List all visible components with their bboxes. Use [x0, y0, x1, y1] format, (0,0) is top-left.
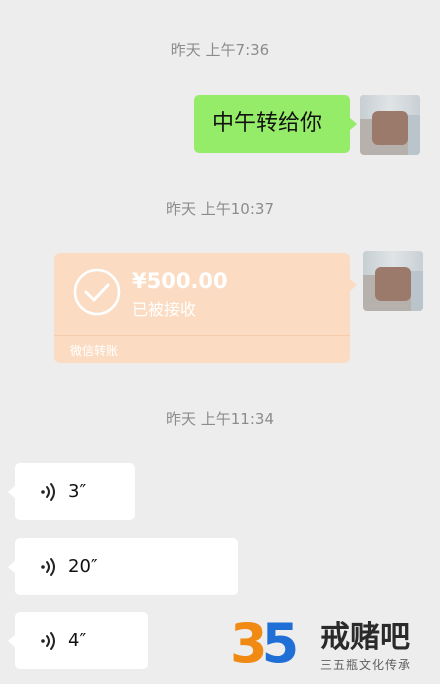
voice-wave-icon: [41, 483, 55, 501]
logo-brand: 戒赌吧: [320, 620, 410, 655]
logo-number: 35: [230, 612, 299, 675]
voice-message[interactable]: 3″: [8, 463, 135, 520]
voice-wave-icon: [41, 632, 55, 650]
voice-duration: 4″: [68, 630, 87, 651]
wechat-transfer-card[interactable]: ¥500.00 已被接收 微信转账: [54, 253, 357, 363]
my-avatar[interactable]: [360, 95, 420, 155]
transfer-label: 微信转账: [70, 344, 119, 358]
voice-wave-icon: [41, 558, 55, 576]
timestamp: 昨天 上午10:37: [166, 200, 274, 218]
logo-digit-five: 5: [261, 612, 299, 675]
logo-digit-three: 3: [230, 612, 267, 675]
check-circle-icon: [73, 268, 121, 316]
logo-tagline: 三五瓶文化传承: [320, 658, 412, 672]
voice-duration: 3″: [68, 481, 87, 502]
voice-message[interactable]: 4″: [8, 612, 148, 669]
my-avatar[interactable]: [363, 251, 423, 311]
transfer-divider: [54, 335, 350, 336]
text-message-bubble[interactable]: 中午转给你: [194, 95, 357, 153]
voice-duration: 20″: [68, 556, 98, 577]
transfer-amount: ¥500.00: [132, 269, 228, 293]
timestamp: 昨天 上午11:34: [166, 410, 274, 428]
voice-message[interactable]: 20″: [8, 538, 238, 595]
timestamp: 昨天 上午7:36: [170, 41, 270, 59]
message-text: 中午转给你: [212, 111, 323, 136]
watermark-logo: 35 戒赌吧 三五瓶文化传承: [228, 610, 440, 684]
transfer-status: 已被接收: [132, 300, 197, 319]
